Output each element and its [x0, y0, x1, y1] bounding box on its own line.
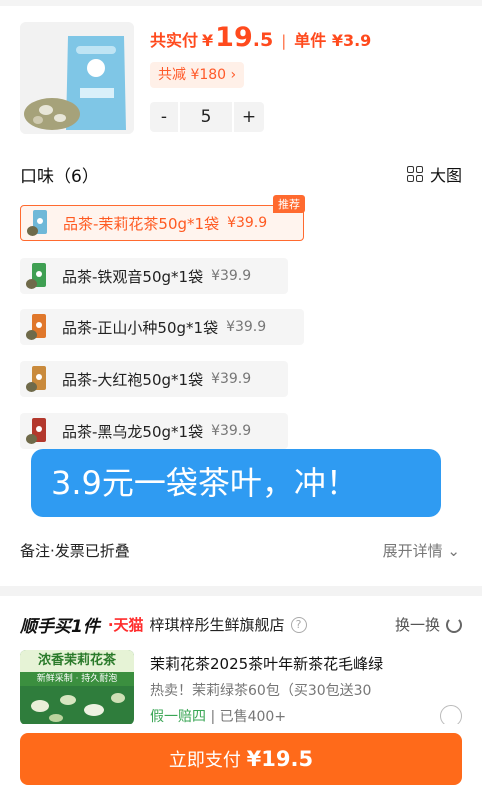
price-summary: 共实付 ¥ 19 .5 | 单件 ¥3.9: [150, 22, 371, 58]
recommend-badge: 推荐: [273, 195, 305, 213]
total-price-integer: 19: [215, 22, 253, 53]
pay-label: 立即支付: [168, 750, 247, 771]
flavor-name: 品茶-铁观音50g*1袋: [62, 267, 204, 286]
flavor-option-tieguanyin[interactable]: 品茶-铁观音50g*1袋 ¥39.9: [20, 258, 288, 294]
expand-details-button[interactable]: 展开详情 ⌄: [383, 540, 460, 561]
flavor-price: ¥39.9: [211, 268, 252, 284]
promo-overlay-caption: 3.9元一袋茶叶，冲！: [31, 449, 441, 517]
flavor-option-zhengshan[interactable]: 品茶-正山小种50g*1袋 ¥39.9: [20, 309, 304, 345]
addon-brand: 顺手买1件: [20, 617, 100, 637]
flavor-price: ¥39.9: [211, 423, 252, 439]
swap-button[interactable]: 换一换: [395, 614, 462, 635]
big-view-toggle[interactable]: 大图: [406, 162, 462, 186]
flavor-title: 口味（6）: [20, 167, 99, 187]
flavor-option-heiwulong[interactable]: 品茶-黑乌龙50g*1袋 ¥39.9: [20, 413, 288, 449]
addon-title[interactable]: 茉莉花茶2025茶叶年新茶花毛峰绿: [150, 653, 383, 674]
top-edge: [0, 0, 482, 6]
section-divider: [0, 586, 482, 596]
grid-icon: [406, 166, 423, 182]
addon-product-image[interactable]: 浓香茉莉花茶 新鲜采制 · 持久耐泡: [20, 650, 134, 725]
currency-symbol: ¥: [202, 31, 214, 50]
flavor-thumb: [24, 261, 50, 291]
addon-meta: 假一赔四 | 已售400+: [150, 706, 286, 726]
decrease-button[interactable]: -: [150, 102, 178, 132]
flavor-price: ¥39.9: [226, 319, 267, 335]
discount-tag[interactable]: 共减 ¥180 ›: [150, 62, 245, 88]
pay-now-button[interactable]: 立即支付 ¥19.5: [20, 733, 462, 785]
help-icon[interactable]: ?: [290, 616, 307, 633]
guarantee-label: 假一赔四: [150, 709, 206, 725]
unit-price: 单件 ¥3.9: [294, 31, 372, 50]
flavor-name: 品茶-茉莉花茶50g*1袋: [63, 214, 220, 233]
flavor-option-jasmine[interactable]: 品茶-茉莉花茶50g*1袋 ¥39.9 推荐: [20, 195, 305, 241]
quantity-input[interactable]: 5: [180, 102, 232, 132]
addon-description: 热卖！茉莉绿茶60包（买30包送30: [150, 683, 372, 699]
increase-button[interactable]: +: [234, 102, 264, 132]
tmall-label: ·天猫: [107, 616, 144, 634]
flavor-thumb: [25, 208, 51, 238]
flavor-price: ¥39.9: [227, 215, 268, 231]
addon-image-banner: 浓香茉莉花茶: [20, 650, 134, 672]
pay-amount: ¥19.5: [246, 747, 314, 771]
flavor-price: ¥39.9: [211, 371, 252, 387]
flavor-name: 品茶-黑乌龙50g*1袋: [62, 422, 204, 441]
tea-leaves-picture: [31, 693, 125, 722]
flavor-thumb: [24, 364, 50, 394]
product-image[interactable]: [20, 22, 134, 134]
flavor-name: 品茶-正山小种50g*1袋: [62, 318, 219, 337]
big-view-label: 大图: [429, 166, 462, 185]
sold-count: | 已售400+: [206, 709, 287, 725]
price-separator: |: [281, 32, 287, 50]
addon-header: 顺手买1件 ·天猫 梓琪梓彤生鲜旗舰店 ?: [20, 612, 307, 637]
quantity-stepper: - 5 +: [150, 102, 264, 132]
flavor-thumb: [24, 416, 50, 446]
shop-name[interactable]: 梓琪梓彤生鲜旗舰店: [150, 614, 285, 635]
total-label: 共实付: [150, 31, 199, 50]
flavor-thumb: [24, 312, 50, 342]
swap-label: 换一换: [394, 616, 440, 634]
total-price-decimal: .5: [252, 29, 274, 51]
refresh-icon: [446, 616, 462, 633]
flavor-option-dahongpao[interactable]: 品茶-大红袍50g*1袋 ¥39.9: [20, 361, 288, 397]
remark-label: 备注·发票已折叠: [20, 542, 130, 560]
addon-image-subtitle: 新鲜采制 · 持久耐泡: [20, 672, 134, 686]
flavor-name: 品茶-大红袍50g*1袋: [62, 370, 204, 389]
